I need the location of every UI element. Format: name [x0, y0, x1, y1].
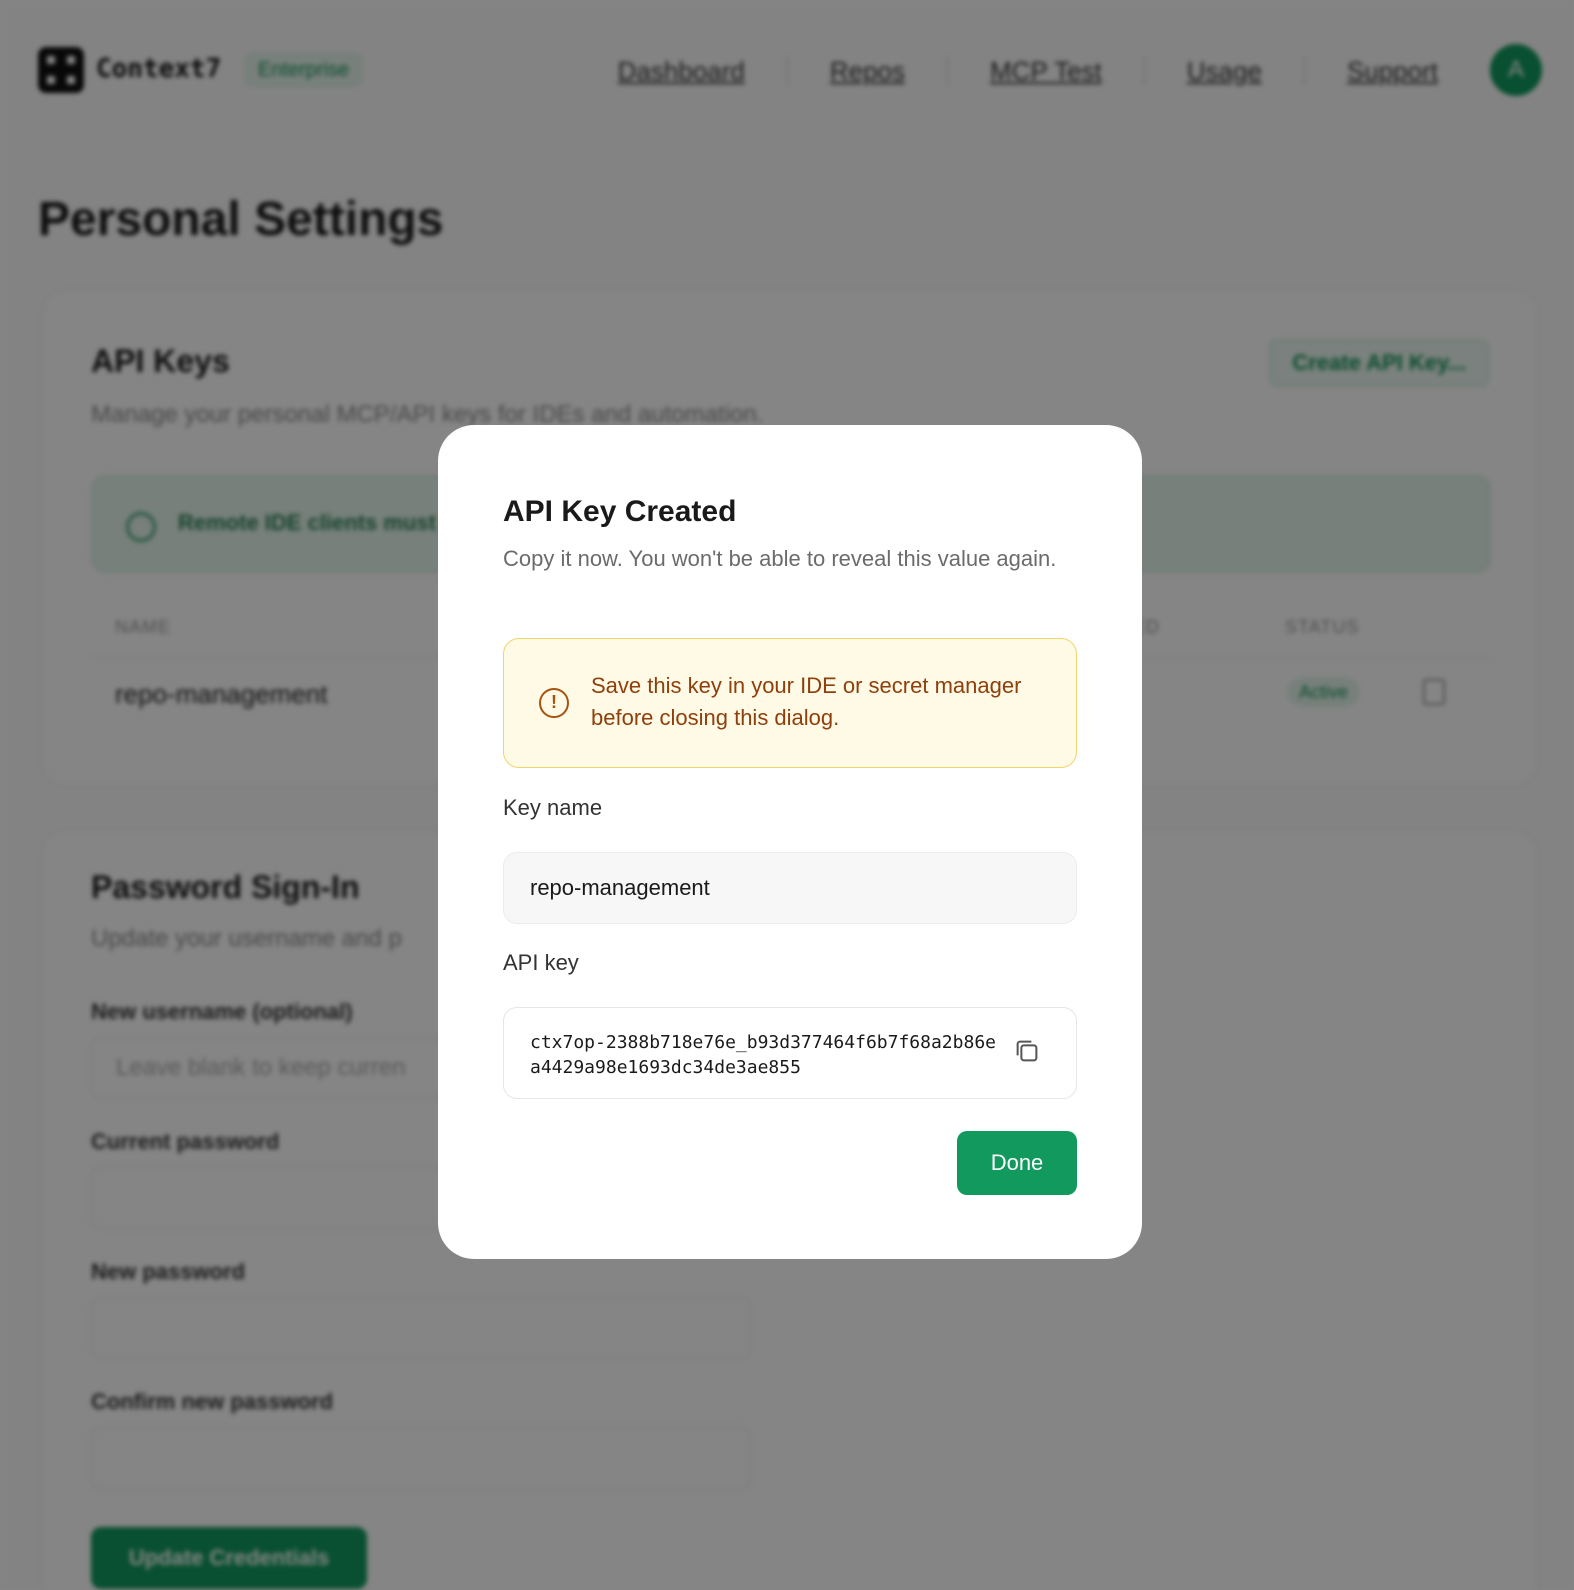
- done-button[interactable]: Done: [957, 1131, 1077, 1195]
- key-name-label: Key name: [503, 795, 603, 820]
- alert-circle-icon: !: [539, 688, 569, 718]
- warning-banner: ! Save this key in your IDE or secret ma…: [503, 638, 1077, 768]
- api-key-created-dialog: API Key Created Copy it now. You won't b…: [438, 425, 1142, 1259]
- dialog-title: API Key Created: [503, 495, 737, 528]
- copy-icon[interactable]: [1012, 1036, 1042, 1066]
- key-name-field: repo-management: [503, 852, 1077, 924]
- dialog-description: Copy it now. You won't be able to reveal…: [503, 546, 1057, 571]
- warning-text: Save this key in your IDE or secret mana…: [591, 673, 1022, 730]
- api-key-field[interactable]: ctx7op-2388b718e76e_b93d377464f6b7f68a2b…: [503, 1007, 1077, 1099]
- api-key-value[interactable]: ctx7op-2388b718e76e_b93d377464f6b7f68a2b…: [530, 1030, 1000, 1080]
- key-name-value: repo-management: [530, 875, 710, 900]
- api-key-label: API key: [503, 950, 579, 975]
